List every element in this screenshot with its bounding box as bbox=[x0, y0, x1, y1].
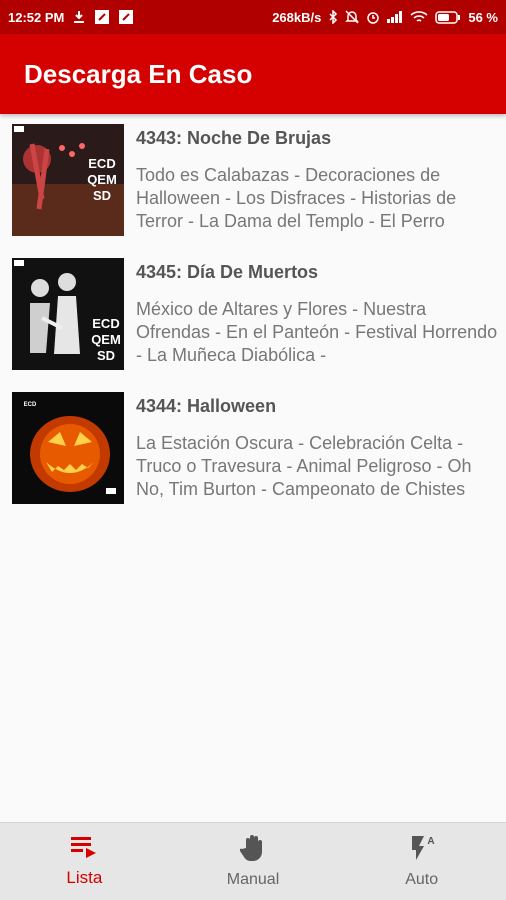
episode-description: México de Altares y Flores - Nuestra Ofr… bbox=[136, 299, 498, 365]
svg-text:ECD: ECD bbox=[24, 402, 37, 408]
nav-lista[interactable]: Lista bbox=[0, 823, 169, 900]
wifi-icon bbox=[410, 10, 428, 24]
episode-cover: ECD QEM SD bbox=[12, 124, 124, 236]
svg-text:QEM: QEM bbox=[91, 332, 121, 347]
list-item[interactable]: ECD 4344: Halloween La Estación Oscura -… bbox=[0, 382, 506, 516]
episode-description: Todo es Calabazas - Decoraciones de Hall… bbox=[136, 165, 457, 231]
app-title: Descarga En Caso bbox=[24, 58, 253, 89]
episode-title: 4344: Halloween bbox=[136, 396, 277, 416]
notification-icon-2 bbox=[118, 9, 134, 25]
svg-text:QEM: QEM bbox=[87, 172, 117, 187]
nav-manual-label: Manual bbox=[226, 871, 280, 888]
notification-icon bbox=[94, 9, 110, 25]
download-icon bbox=[72, 10, 86, 24]
episode-cover: ECD QEM SD bbox=[12, 258, 124, 370]
hand-icon bbox=[239, 834, 266, 867]
alarm-icon bbox=[366, 10, 380, 24]
bottom-navigation: Lista Manual A Auto bbox=[0, 822, 506, 900]
svg-text:SD: SD bbox=[97, 348, 115, 363]
battery-percent: 56 % bbox=[468, 9, 498, 25]
signal-icon bbox=[387, 11, 403, 23]
episode-title: 4343: Noche De Brujas bbox=[136, 128, 332, 148]
svg-text:SD: SD bbox=[93, 188, 111, 203]
nav-auto-label: Auto bbox=[405, 871, 439, 888]
playlist-icon bbox=[69, 835, 99, 864]
episode-description: La Estación Oscura - Celebración Celta -… bbox=[136, 433, 472, 499]
episode-list: ECD QEM SD 4343: Noche De Brujas Todo es… bbox=[0, 114, 506, 516]
mute-icon bbox=[345, 10, 360, 24]
svg-text:ECD: ECD bbox=[92, 316, 119, 331]
nav-lista-label: Lista bbox=[66, 868, 103, 887]
bluetooth-icon bbox=[328, 10, 338, 24]
flash-auto-icon: A bbox=[408, 834, 436, 867]
episode-title: 4345: Día De Muertos bbox=[136, 262, 319, 282]
list-item[interactable]: ECD QEM SD 4343: Noche De Brujas Todo es… bbox=[0, 114, 506, 248]
battery-icon bbox=[435, 10, 461, 24]
svg-text:A: A bbox=[427, 836, 434, 847]
status-bar: 12:52 PM 268kB/s 56 % bbox=[0, 0, 506, 34]
status-speed: 268kB/s bbox=[272, 9, 322, 25]
svg-text:ECD: ECD bbox=[88, 156, 115, 171]
status-time: 12:52 PM bbox=[8, 9, 65, 25]
nav-manual[interactable]: Manual bbox=[169, 823, 338, 900]
app-bar: Descarga En Caso bbox=[0, 34, 506, 114]
episode-cover: ECD bbox=[12, 392, 124, 504]
list-item[interactable]: ECD QEM SD 4345: Día De Muertos México d… bbox=[0, 248, 506, 382]
nav-auto[interactable]: A Auto bbox=[337, 823, 506, 900]
